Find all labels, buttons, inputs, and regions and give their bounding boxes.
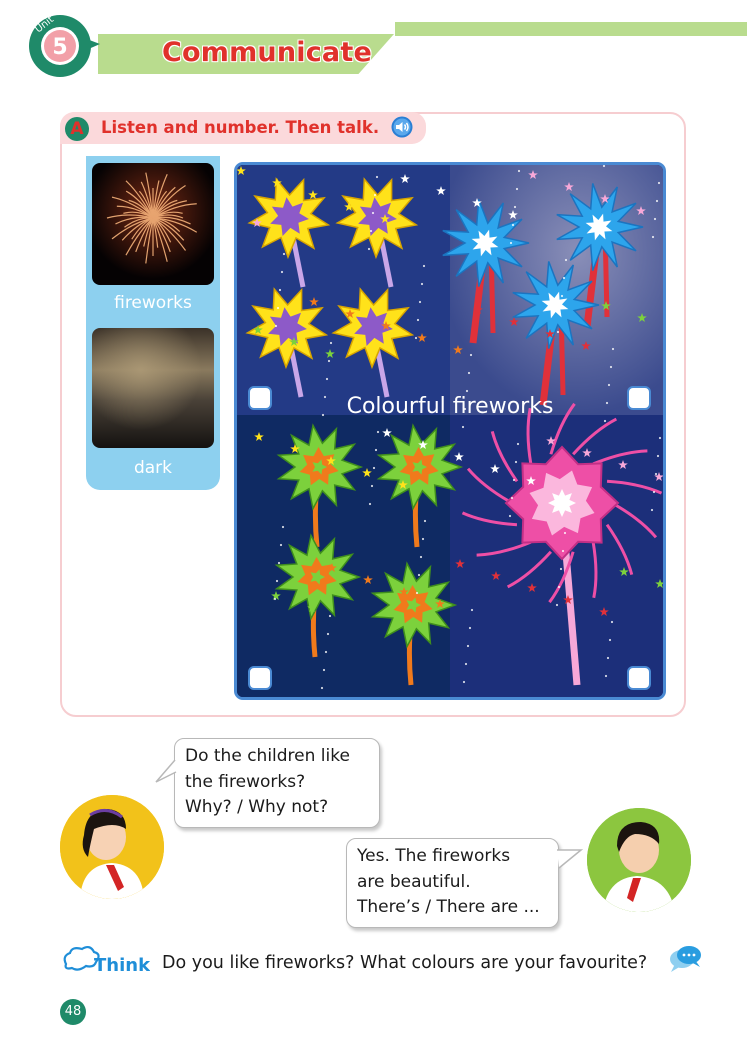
number-box-top-left[interactable] [248,386,272,410]
chat-bubble-icon [670,946,701,972]
vocab-word-fireworks: fireworks [114,293,192,313]
unit-badge: Unit 5 [29,14,100,77]
question-bubble: Do the children like the fireworks? Why?… [174,738,380,828]
fireworks-photo [92,163,214,285]
number-box-bottom-right[interactable] [627,666,651,690]
page-title: Communicate [162,37,372,68]
header-stripe [395,22,747,36]
answer-bubble-tail [557,849,583,869]
answer-line-3: There’s / There are ... [357,897,540,917]
section-a-instruction: Listen and number. Then talk. [101,118,380,137]
answer-line-2: are beautiful. [357,871,471,892]
think-icon: Think [63,945,150,976]
answer-line-1: Yes. The fireworks [357,846,511,866]
question-line-1: Do the children like [185,746,350,766]
number-box-bottom-left[interactable] [248,666,272,690]
think-question: Do you like fireworks? What colours are … [162,953,648,973]
unit-number: 5 [52,35,67,60]
answer-bubble: Yes. The fireworks are beautiful. There’… [346,838,559,928]
question-bubble-tail [155,759,177,783]
question-line-3: Why? / Why not? [185,797,329,817]
page-number: 48 [60,999,86,1025]
think-label: Think [94,955,150,976]
girl-avatar [60,795,164,899]
vocab-word-dark: dark [133,458,173,478]
section-a-badge: A [65,117,89,141]
number-box-top-right[interactable] [627,386,651,410]
question-line-2: the fireworks? [185,771,306,792]
dark-sky-photo [92,328,214,448]
speaker-icon[interactable] [391,116,413,138]
boy-avatar [587,808,691,912]
fireworks-illustration [234,162,666,700]
picture-caption: Colourful fireworks [346,394,554,419]
